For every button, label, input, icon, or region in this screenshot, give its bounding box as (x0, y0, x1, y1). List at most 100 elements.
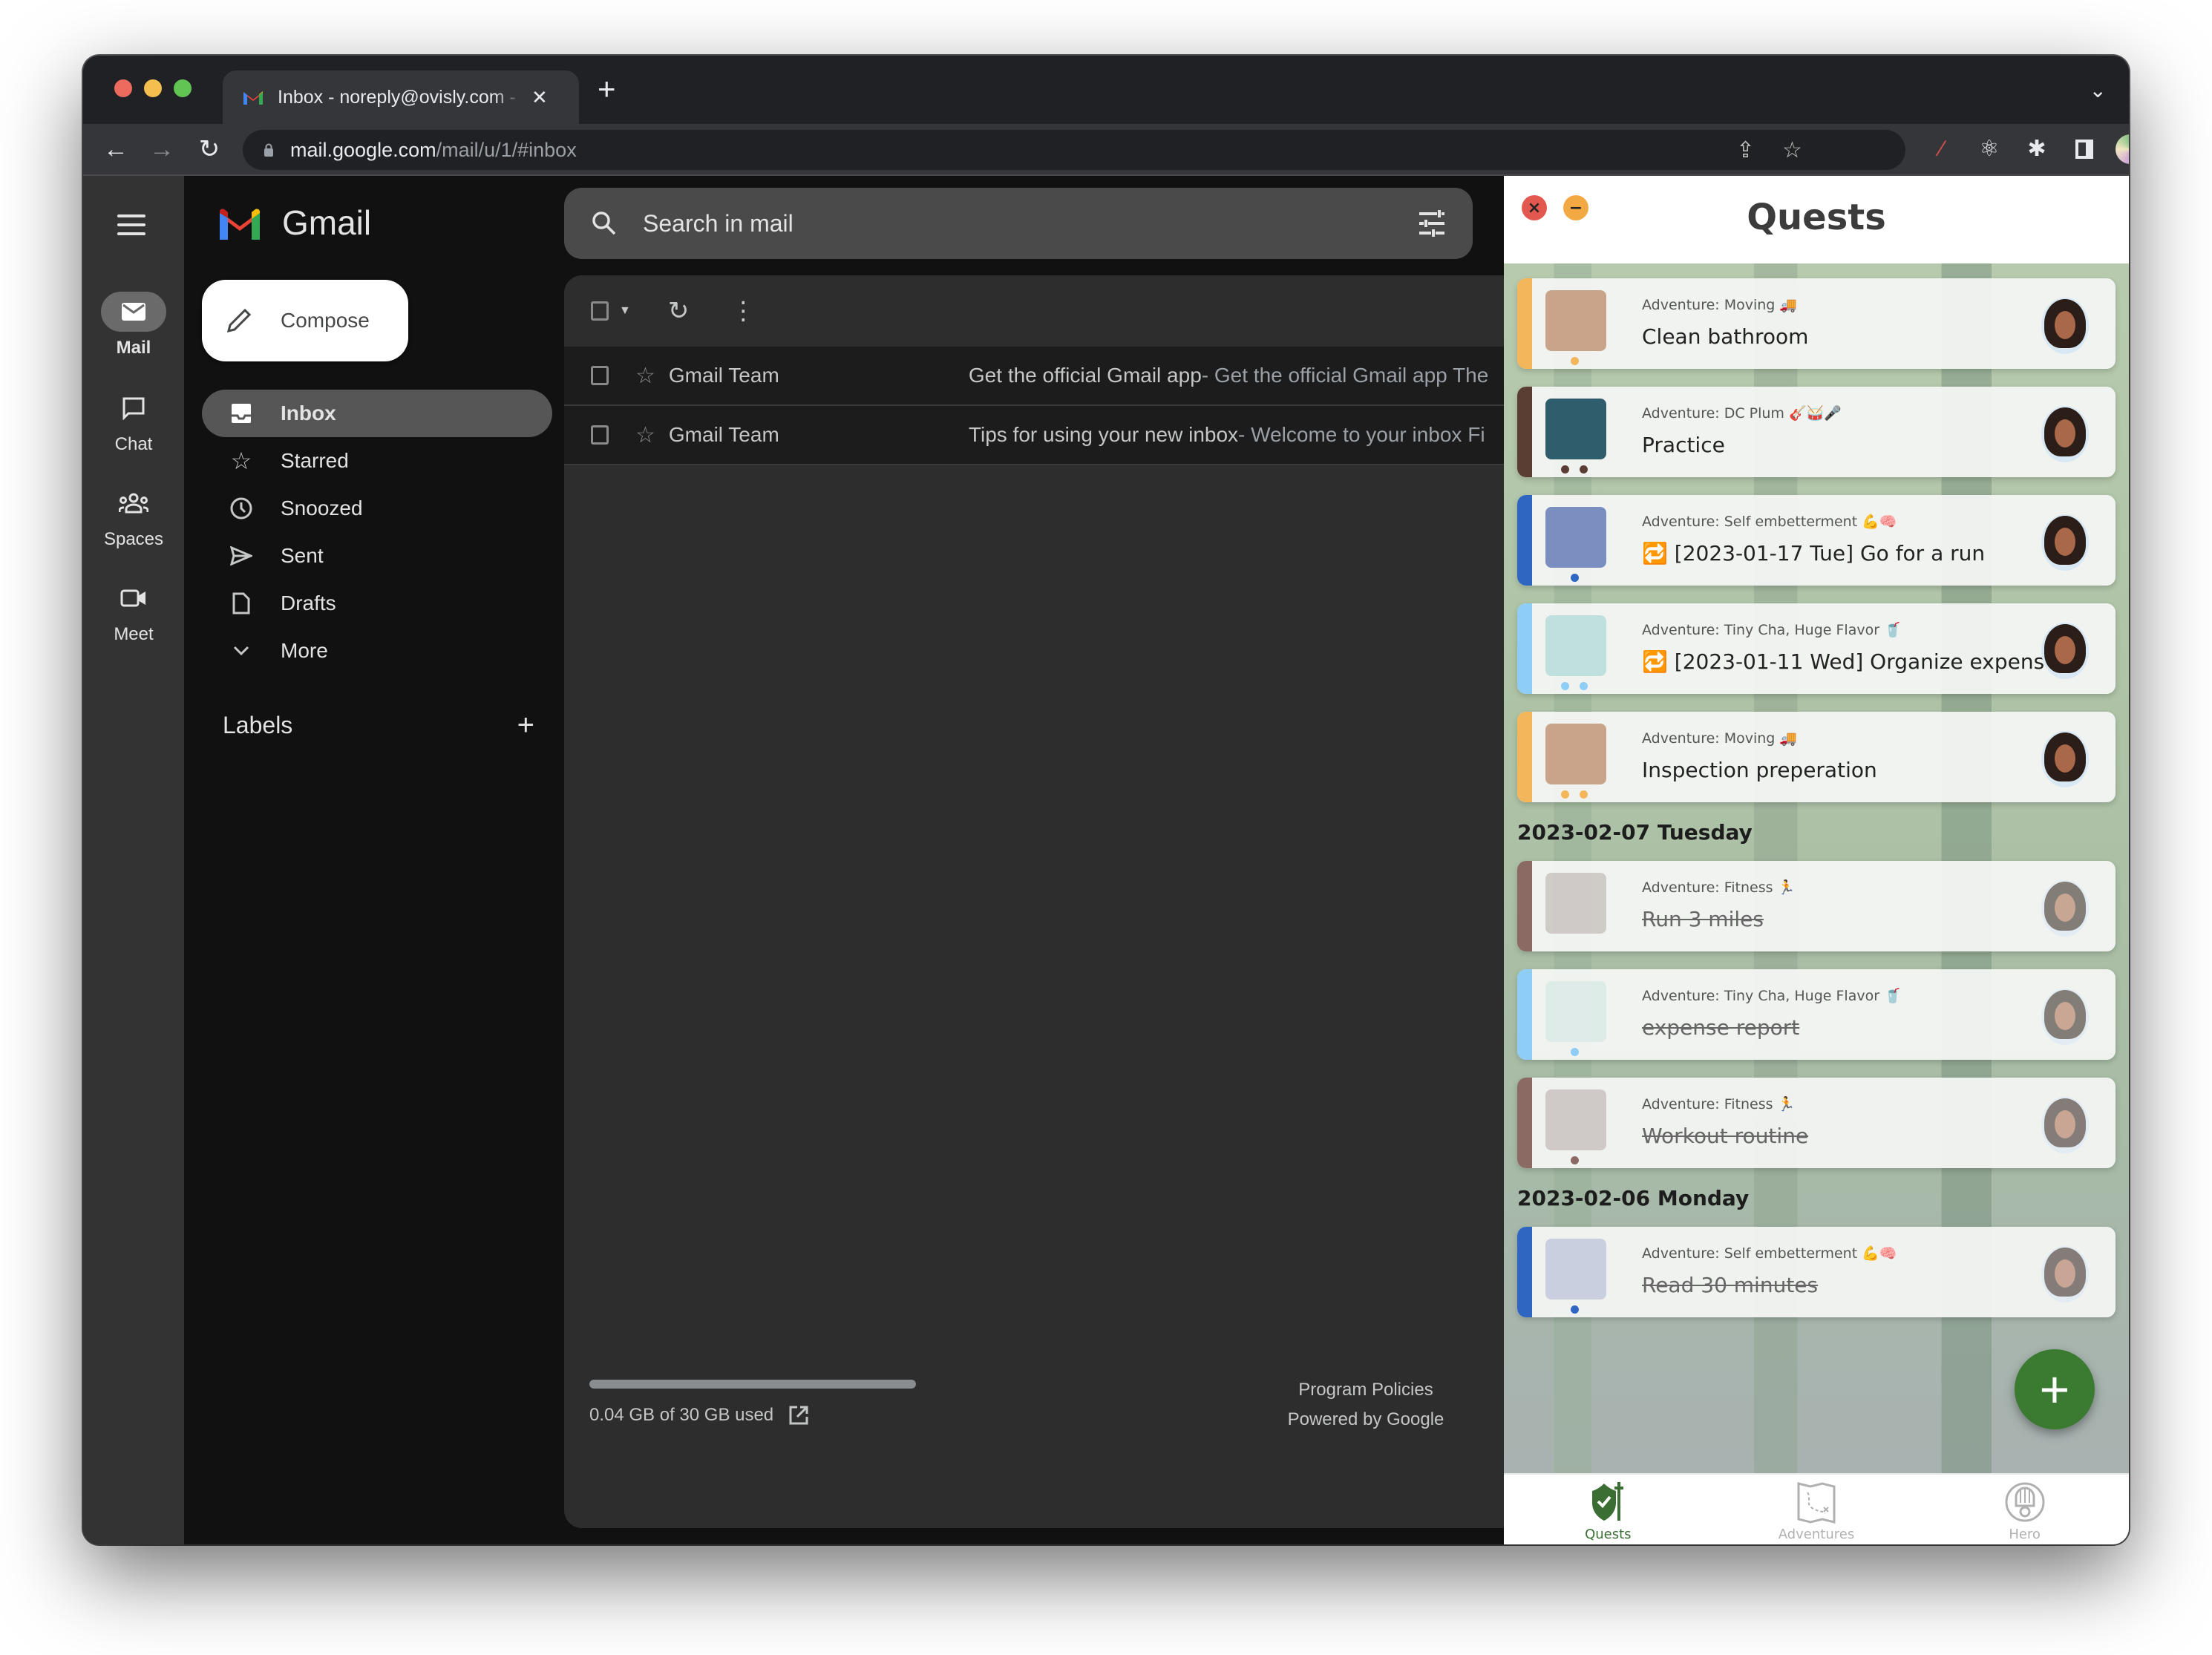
nav-item-snoozed[interactable]: Snoozed (202, 485, 552, 532)
rail-label: Mail (116, 338, 151, 358)
forward-arrow-icon[interactable]: → (145, 133, 178, 166)
window-close-button[interactable] (114, 79, 132, 97)
extensions-puzzle-icon[interactable]: ✱ (2022, 134, 2052, 164)
email-subject: Get the official Gmail app (968, 364, 1202, 387)
quest-card[interactable]: Adventure: DC Plum 🎸🥁🎤 Practice (1517, 387, 2116, 477)
hero-avatar[interactable] (2041, 731, 2089, 787)
powered-by-google-link[interactable]: Powered by Google (1247, 1405, 1485, 1435)
email-snippet: - Get the official Gmail app The (1201, 364, 1489, 387)
quests-tab-bar: Quests Adventures Hero (1504, 1473, 2129, 1544)
react-devtools-icon[interactable]: ⚛ (1974, 134, 2004, 164)
nav-item-inbox[interactable]: Inbox (202, 390, 552, 437)
search-options-icon[interactable] (1418, 210, 1446, 237)
nav-item-more[interactable]: More (202, 627, 552, 675)
hero-avatar[interactable] (2041, 514, 2089, 571)
bookmark-star-icon[interactable]: ☆ (1782, 137, 1802, 163)
quest-card[interactable]: Adventure: Fitness 🏃 Workout routine (1517, 1078, 2116, 1168)
email-subject: Tips for using your new inbox (968, 423, 1239, 446)
hero-avatar[interactable] (2041, 989, 2089, 1045)
row-checkbox[interactable] (591, 425, 609, 445)
quest-progress-dots (1545, 940, 1603, 951)
quest-card[interactable]: Adventure: Moving 🚚 Inspection preperatio… (1517, 712, 2116, 802)
window-minimize-button[interactable] (144, 79, 162, 97)
nav-item-starred[interactable]: ☆ Starred (202, 437, 552, 485)
hero-avatar[interactable] (2041, 298, 2089, 354)
row-star-icon[interactable]: ☆ (635, 363, 655, 389)
open-external-icon[interactable] (788, 1405, 809, 1426)
rail-item-chat[interactable]: Chat (83, 388, 184, 455)
new-tab-button[interactable]: + (598, 73, 616, 105)
hero-avatar[interactable] (2041, 880, 2089, 937)
add-label-plus-icon[interactable]: + (517, 709, 534, 742)
nav-item-sent[interactable]: Sent (202, 532, 552, 580)
row-checkbox[interactable] (591, 366, 609, 385)
tab-gmail-inbox[interactable]: Inbox - noreply@ovisly.com - Gmail ✕ (223, 71, 579, 124)
refresh-icon[interactable]: ↻ (668, 296, 690, 326)
email-snippet: - Welcome to your inbox Fi (1238, 423, 1485, 446)
tab-adventures[interactable]: Adventures (1742, 1475, 1891, 1544)
quest-card[interactable]: Adventure: Tiny Cha, Huge Flavor 🥤 expens… (1517, 969, 2116, 1060)
rail-item-mail[interactable]: Mail (83, 292, 184, 358)
hero-avatar[interactable] (2041, 1246, 2089, 1302)
quest-card[interactable]: Adventure: Fitness 🏃 Run 3 miles (1517, 861, 2116, 951)
rail-item-spaces[interactable]: Spaces (83, 483, 184, 550)
hero-avatar[interactable] (2041, 406, 2089, 462)
adventure-thumbnail (1545, 981, 1606, 1042)
search-input[interactable]: Search in mail (643, 210, 793, 237)
quest-card[interactable]: Adventure: Self embetterment 💪🧠 🔁 [2023-0… (1517, 495, 2116, 586)
folder-nav: Inbox ☆ Starred Snoozed Sent Drafts More (202, 390, 552, 675)
email-row[interactable]: ☆ Gmail Team Get the official Gmail app … (564, 347, 1529, 406)
row-star-icon[interactable]: ☆ (635, 422, 655, 448)
inbox-icon (229, 401, 254, 426)
email-row[interactable]: ☆ Gmail Team Tips for using your new inb… (564, 406, 1529, 465)
gmail-favicon-icon (243, 91, 263, 105)
tab-label: Quests (1585, 1527, 1632, 1542)
back-arrow-icon[interactable]: ← (99, 133, 132, 166)
quest-progress-dots (1545, 682, 1603, 694)
program-policies-link[interactable]: Program Policies (1247, 1375, 1485, 1405)
browser-window: Inbox - noreply@ovisly.com - Gmail ✕ + ⌄… (83, 56, 2129, 1544)
send-icon (229, 543, 254, 568)
quest-date-heading: 2023-02-07 Tuesday (1517, 820, 1753, 845)
share-icon[interactable]: ⇪ (1736, 137, 1755, 163)
adventure-color-stripe (1517, 495, 1532, 586)
email-sender: Gmail Team (668, 364, 779, 387)
adventure-thumbnail (1545, 724, 1606, 784)
gmail-logo[interactable]: Gmail (217, 203, 371, 243)
main-menu-icon[interactable] (117, 214, 145, 241)
quest-card[interactable]: Adventure: Moving 🚚 Clean bathroom (1517, 278, 2116, 369)
quest-card[interactable]: Adventure: Tiny Cha, Huge Flavor 🥤 🔁 [202… (1517, 603, 2116, 694)
tab-close-icon[interactable]: ✕ (531, 86, 548, 109)
tab-hero[interactable]: Hero (1951, 1475, 2099, 1544)
more-actions-icon[interactable]: ⋮ (730, 296, 756, 326)
compose-button[interactable]: Compose (202, 280, 408, 361)
treasure-map-icon (1797, 1482, 1836, 1524)
nav-item-drafts[interactable]: Drafts (202, 580, 552, 627)
url-text: mail.google.com/mail/u/1/#inbox (290, 138, 577, 161)
extension-pen-icon[interactable]: ⁄ (1927, 134, 1957, 164)
rail-item-meet[interactable]: Meet (83, 578, 184, 645)
select-all-checkbox[interactable]: ▼ (591, 301, 631, 321)
quest-progress-dot (1570, 1305, 1579, 1314)
footer-links: Program Policies Powered by Google (1247, 1375, 1485, 1435)
quests-extension-panel: × − Quests Adventure: Moving 🚚 Clean bath… (1504, 176, 2129, 1544)
quest-progress-dot (1580, 790, 1588, 799)
nav-item-label: Snoozed (281, 496, 363, 520)
tab-label: Hero (2009, 1527, 2041, 1542)
tab-quests[interactable]: Quests (1534, 1475, 1682, 1544)
hero-avatar[interactable] (2041, 1097, 2089, 1153)
window-zoom-button[interactable] (174, 79, 192, 97)
adventure-thumbnail (1545, 615, 1606, 676)
address-bar[interactable]: mail.google.com/mail/u/1/#inbox ⇪ ☆ (243, 130, 1905, 170)
search-bar[interactable]: Search in mail (564, 188, 1473, 259)
quest-card[interactable]: Adventure: Self embetterment 💪🧠 Read 30 m… (1517, 1227, 2116, 1317)
profile-avatar[interactable] (2116, 134, 2129, 164)
quest-progress-dot (1570, 1048, 1579, 1056)
reload-icon[interactable]: ↻ (193, 133, 226, 166)
hero-avatar[interactable] (2041, 623, 2089, 679)
side-panel-icon[interactable] (2069, 134, 2099, 164)
quest-progress-dot (1580, 465, 1588, 473)
tab-search-chevron-icon[interactable]: ⌄ (2090, 78, 2107, 102)
labels-section: Labels + (223, 709, 534, 742)
add-quest-button[interactable]: + (2015, 1349, 2095, 1429)
